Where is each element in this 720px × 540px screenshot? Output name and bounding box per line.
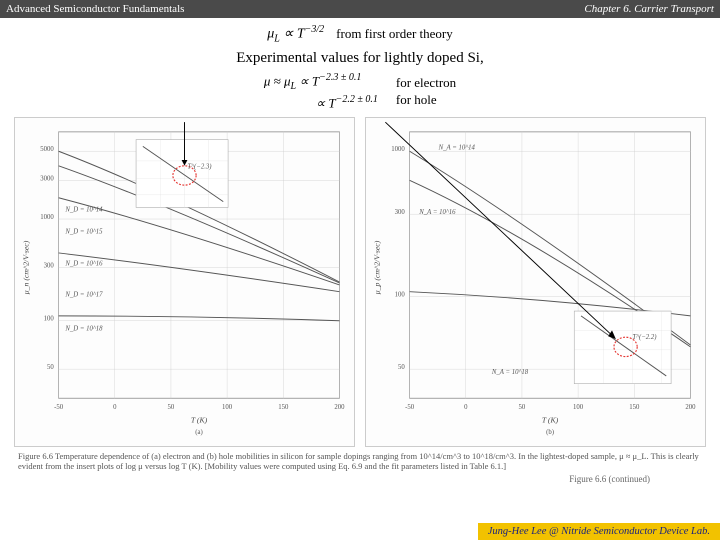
xtick: 200 — [685, 403, 696, 410]
xtick: 150 — [278, 403, 289, 410]
course-title: Advanced Semiconductor Fundamentals — [6, 3, 184, 15]
ytick: 50 — [398, 364, 405, 371]
xtick: 50 — [168, 403, 175, 410]
curve-nd18 — [59, 315, 340, 320]
label-nd14: N_D = 10^14 — [64, 206, 103, 213]
experimental-heading: Experimental values for lightly doped Si… — [10, 50, 710, 67]
fig-b-continued: Figure 6.6 (continued) — [10, 474, 650, 484]
figure-a: 5000 3000 1000 300 100 50 -50 0 50 100 1… — [14, 117, 355, 447]
xtick: -50 — [405, 403, 415, 410]
label-nd18: N_D = 10^18 — [64, 325, 103, 332]
label-na14: N_A = 10^14 — [438, 144, 476, 151]
xlabel-a: T (K) — [191, 415, 208, 424]
eq-first-order: μL ∝ T−3/2 — [267, 24, 324, 44]
first-order-row: μL ∝ T−3/2 from first order theory — [10, 24, 710, 44]
first-order-note: from first order theory — [336, 26, 453, 42]
slide-header: Advanced Semiconductor Fundamentals Chap… — [0, 0, 720, 18]
ytick: 100 — [44, 315, 55, 322]
slide-content: μL ∝ T−3/2 from first order theory Exper… — [0, 18, 720, 484]
label-nd17: N_D = 10^17 — [64, 291, 103, 298]
label-nd15: N_D = 10^15 — [64, 228, 103, 235]
label-electron: for electron — [396, 75, 456, 92]
ytick: 300 — [44, 262, 55, 269]
exp-equation-block: μ ≈ μL ∝ T−2.3 ± 0.1 ∝ T−2.2 ± 0.1 for e… — [10, 71, 710, 112]
inset-slope-b: T^(−2.2) — [632, 334, 657, 341]
ylabel-b: μ_p (cm^2/V·sec) — [373, 240, 382, 294]
figure-caption: Figure 6.6 Temperature dependence of (a)… — [18, 451, 702, 472]
ylabel-a: μ_n (cm^2/V·sec) — [22, 240, 31, 294]
inset-frame-b — [574, 311, 671, 384]
xtick: 150 — [629, 403, 640, 410]
figure-b: 1000 300 100 50 -50 0 50 100 150 200 T (… — [365, 117, 706, 447]
xlabel-b: T (K) — [542, 415, 559, 424]
ytick: 300 — [395, 209, 406, 216]
arrow-to-inset-b — [385, 122, 614, 337]
ytick: 5000 — [40, 146, 54, 153]
chapter-title: Chapter 6. Carrier Transport — [584, 3, 714, 15]
curve-nd17 — [59, 253, 340, 292]
xtick: 100 — [222, 403, 233, 410]
ytick: 3000 — [40, 175, 54, 182]
xtick: 0 — [113, 403, 117, 410]
xtick: 0 — [464, 403, 468, 410]
ytick: 100 — [395, 291, 406, 298]
ytick: 1000 — [391, 146, 405, 153]
ytick: 1000 — [40, 214, 54, 221]
exp-equations: μ ≈ μL ∝ T−2.3 ± 0.1 ∝ T−2.2 ± 0.1 — [264, 71, 378, 112]
eq-hole: ∝ T−2.2 ± 0.1 — [264, 93, 378, 112]
xtick: 200 — [334, 403, 345, 410]
sublabel-a: (a) — [195, 429, 203, 436]
label-na16: N_A = 10^16 — [418, 209, 456, 216]
ytick: 50 — [47, 364, 54, 371]
figure-row: 5000 3000 1000 300 100 50 -50 0 50 100 1… — [14, 117, 706, 447]
slide-footer: Jung-Hee Lee @ Nitride Semiconductor Dev… — [478, 523, 720, 540]
label-nd16: N_D = 10^16 — [64, 260, 103, 267]
xtick: 100 — [573, 403, 584, 410]
sublabel-b: (b) — [546, 429, 554, 436]
exp-labels: for electron for hole — [396, 75, 456, 109]
xtick: -50 — [54, 403, 64, 410]
label-na18: N_A = 10^18 — [491, 369, 529, 376]
inset-slope-a: T^(−2.3) — [187, 163, 212, 170]
label-hole: for hole — [396, 92, 456, 109]
xtick: 50 — [519, 403, 526, 410]
eq-electron: μ ≈ μL ∝ T−2.3 ± 0.1 — [264, 71, 378, 93]
